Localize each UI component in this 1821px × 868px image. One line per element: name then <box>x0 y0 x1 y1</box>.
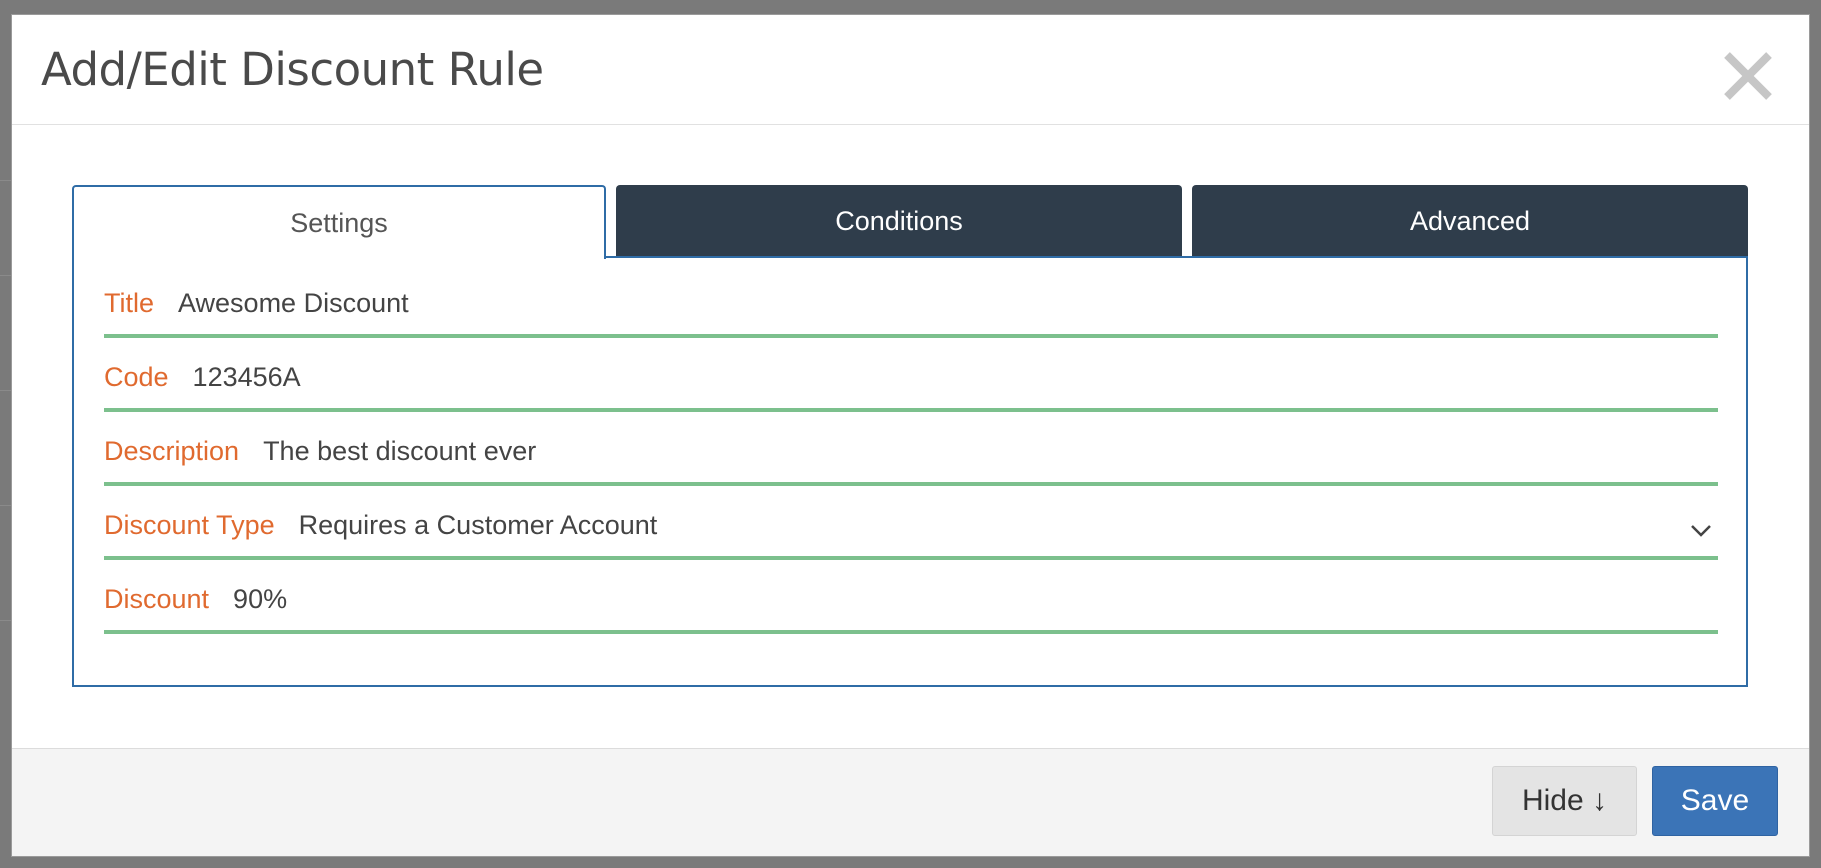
tab-bar: Settings Conditions Advanced <box>72 185 1758 259</box>
title-field[interactable]: Title Awesome Discount <box>104 264 1718 338</box>
tab-settings-label: Settings <box>290 207 388 238</box>
dialog-header: Add/Edit Discount Rule <box>12 15 1809 125</box>
discount-rule-dialog: Add/Edit Discount Rule Settings Conditio… <box>11 14 1810 857</box>
description-input[interactable]: The best discount ever <box>263 436 536 467</box>
discount-type-label: Discount Type <box>104 509 275 540</box>
hide-button[interactable]: Hide ↓ <box>1492 766 1637 836</box>
discount-input[interactable]: 90% <box>233 584 287 615</box>
discount-field[interactable]: Discount 90% <box>104 560 1718 634</box>
dialog-footer: Hide ↓ Save <box>12 748 1809 856</box>
close-button[interactable] <box>1721 49 1775 103</box>
tab-conditions-label: Conditions <box>835 205 963 236</box>
code-field[interactable]: Code 123456A <box>104 338 1718 412</box>
tab-settings[interactable]: Settings <box>72 185 606 259</box>
code-input[interactable]: 123456A <box>193 362 301 393</box>
discount-label: Discount <box>104 583 210 614</box>
tab-advanced[interactable]: Advanced <box>1192 185 1748 257</box>
tab-advanced-label: Advanced <box>1409 205 1531 236</box>
code-label: Code <box>104 361 169 392</box>
discount-type-value[interactable]: Requires a Customer Account <box>299 510 658 541</box>
tab-conditions[interactable]: Conditions <box>616 185 1182 257</box>
chevron-down-icon[interactable] <box>1690 524 1712 538</box>
description-label: Description <box>104 435 240 466</box>
title-input[interactable]: Awesome Discount <box>178 288 409 319</box>
title-label: Title <box>104 287 155 318</box>
save-button[interactable]: Save <box>1652 766 1778 836</box>
settings-panel: Title Awesome Discount Code 123456A Desc… <box>72 256 1748 687</box>
dialog-title: Add/Edit Discount Rule <box>41 43 544 96</box>
discount-type-select[interactable]: Discount Type Requires a Customer Accoun… <box>104 486 1718 560</box>
description-field[interactable]: Description The best discount ever <box>104 412 1718 486</box>
close-icon <box>1724 52 1772 100</box>
